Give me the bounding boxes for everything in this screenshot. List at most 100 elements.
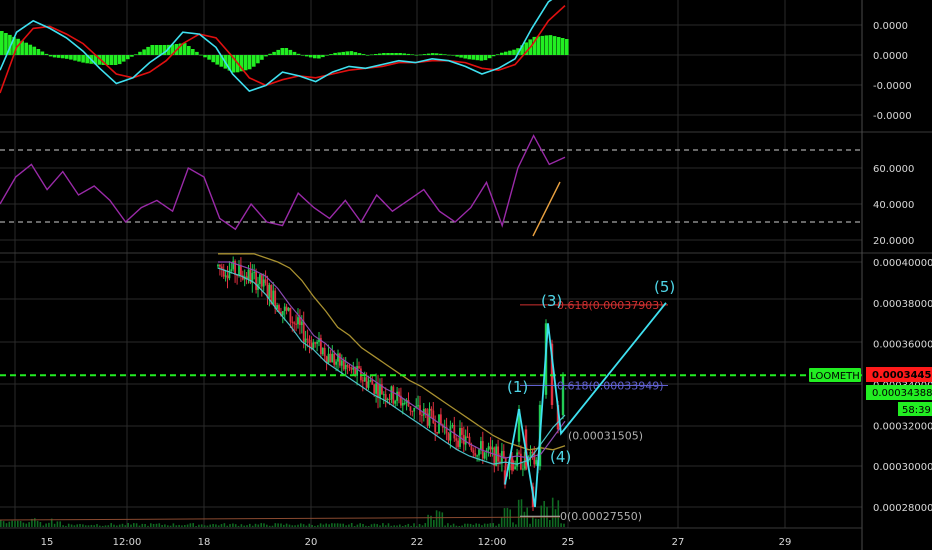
volume-bar xyxy=(164,524,166,527)
candle-body xyxy=(432,410,435,424)
price-tick-label: 0.00038000 xyxy=(873,299,932,310)
volume-bar xyxy=(308,523,311,527)
histogram-bar xyxy=(495,54,500,55)
histogram-bar xyxy=(426,53,431,55)
candle-body xyxy=(331,353,334,363)
wave-label-5[interactable]: (5) xyxy=(654,278,675,296)
volume-bar xyxy=(450,525,452,527)
rsi-panel[interactable] xyxy=(0,134,862,237)
histogram-bar xyxy=(260,55,264,60)
volume-bar xyxy=(314,525,316,527)
fib-label-618-upper: 0.618(0.00037903) xyxy=(557,299,664,312)
candle-body xyxy=(255,271,257,290)
candle-body xyxy=(283,306,286,312)
volume-bar xyxy=(206,525,209,527)
candle-body xyxy=(411,410,414,412)
volume-bar xyxy=(19,521,22,527)
candle-body xyxy=(449,426,452,441)
volume-bar xyxy=(169,525,172,527)
fib-label-618-lower: 0.618(0.00033949) xyxy=(557,380,664,393)
volume-bar xyxy=(379,525,381,527)
volume-bar xyxy=(416,525,418,527)
candle-body xyxy=(409,406,412,411)
histogram-bar xyxy=(479,55,484,61)
histogram-bar xyxy=(44,53,49,55)
candle-body xyxy=(403,402,406,404)
volume-bar xyxy=(59,521,61,527)
wave-label-3[interactable]: (3) xyxy=(541,292,562,310)
histogram-bar xyxy=(187,46,191,55)
histogram-bar xyxy=(382,53,386,55)
elliott-wave-path[interactable] xyxy=(504,302,667,508)
time-axis[interactable]: 15 12:00 18 20 22 12:00 25 27 29 xyxy=(41,537,792,548)
candle-body xyxy=(401,403,404,406)
histogram-bar xyxy=(439,53,443,55)
price-panel[interactable]: 0.618(0.00037903) 0.618(0.00033949) (0.0… xyxy=(0,253,862,527)
candle-body xyxy=(436,432,438,434)
volume-bar xyxy=(557,500,560,527)
volume-bar xyxy=(212,524,214,527)
candle-body xyxy=(335,361,337,365)
candle-body xyxy=(285,306,288,311)
volume-bar xyxy=(532,516,534,527)
volume-bar xyxy=(350,523,353,527)
volume-bar xyxy=(345,525,347,527)
volume-bar xyxy=(8,521,11,527)
histogram-bar xyxy=(430,53,435,55)
volume-bar xyxy=(249,523,251,527)
volume-bar xyxy=(483,523,486,527)
histogram-bar xyxy=(272,51,276,55)
volume-bar xyxy=(232,523,234,527)
candle-body xyxy=(483,452,486,459)
volume-bar xyxy=(79,524,81,527)
volume-bar xyxy=(93,525,95,527)
histogram-bar xyxy=(556,37,561,55)
macd-histogram xyxy=(0,31,569,73)
volume-bar xyxy=(549,520,551,527)
histogram-bar xyxy=(276,49,280,55)
histogram-bar xyxy=(455,55,459,57)
volume-bar xyxy=(537,519,540,527)
candle-body xyxy=(455,438,458,441)
volume-bar xyxy=(150,523,152,527)
candle-body xyxy=(321,348,324,355)
trading-chart[interactable]: 0.618(0.00037903) 0.618(0.00033949) (0.0… xyxy=(0,0,932,550)
volume-bar xyxy=(84,525,87,527)
histogram-bar xyxy=(394,53,398,55)
candle-body xyxy=(375,383,377,394)
histogram-bar xyxy=(434,53,439,55)
time-tick-label: 29 xyxy=(779,537,792,548)
volume-bar xyxy=(203,525,206,527)
volume-bar xyxy=(116,525,118,527)
volume-bar xyxy=(172,523,175,527)
volume-bar xyxy=(25,523,28,527)
histogram-bar xyxy=(467,55,471,60)
wave-label-4[interactable]: (4) xyxy=(550,448,571,466)
histogram-bar xyxy=(471,55,476,60)
histogram-bar xyxy=(56,55,61,58)
histogram-bar xyxy=(374,54,378,55)
countdown-tag-text: 58:39 xyxy=(902,405,931,416)
volume-bar xyxy=(421,525,424,527)
wave-label-1[interactable]: (1) xyxy=(507,378,528,396)
candle-body xyxy=(434,423,437,433)
candle-body xyxy=(308,340,311,344)
macd-panel[interactable] xyxy=(0,0,569,94)
volume-bar xyxy=(189,523,192,527)
candle-body xyxy=(382,394,385,396)
volume-bar xyxy=(331,523,333,527)
price-axis[interactable]: 0.0000 0.0000 -0.0000 -0.0000 60.0000 40.0000… xyxy=(873,21,932,514)
volume-bar xyxy=(560,523,562,527)
histogram-bar xyxy=(256,55,260,64)
volume-bar xyxy=(376,524,378,527)
candle-body xyxy=(327,353,330,363)
candle-body xyxy=(302,321,305,343)
histogram-bar xyxy=(36,49,41,55)
volume-bar xyxy=(22,522,25,527)
candle-body xyxy=(493,447,496,466)
histogram-bar xyxy=(504,51,508,55)
volume-bar xyxy=(401,526,404,527)
volume-bar xyxy=(274,523,277,527)
histogram-bar xyxy=(540,35,545,55)
candle-body xyxy=(226,275,229,279)
